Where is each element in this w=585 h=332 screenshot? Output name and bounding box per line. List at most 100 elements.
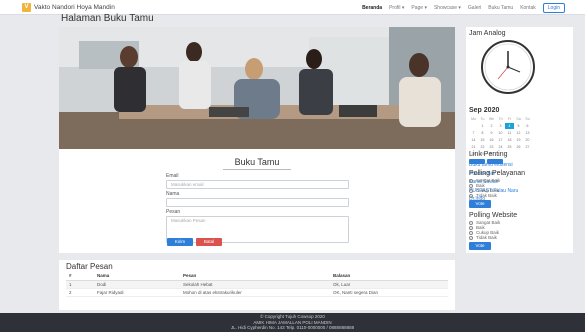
vote-button[interactable]: Vote [469,200,491,208]
table-cell: 1 [66,280,94,289]
poll-title: Polling Website [469,212,518,219]
guestbook-form-title: Buku Tamu [234,157,280,167]
column-header: Balasan [330,272,448,281]
calendar-day[interactable]: 26 [514,144,523,150]
calendar-day[interactable]: 7 [469,130,478,136]
nav-item-galeri[interactable]: Galeri [468,5,481,11]
calendar-day-of-week: Fr [507,117,512,121]
poll-website: Polling Website Sangat Baik Baik Cukup B… [469,212,517,250]
calendar-day[interactable]: 5 [514,123,523,129]
column-header: # [66,272,94,281]
radio-icon[interactable] [469,183,473,188]
analog-clock-icon [481,40,535,94]
calendar-day[interactable]: 19 [514,137,523,143]
page-title: Halaman Buku Tamu [61,13,154,24]
calendar-day[interactable]: 9 [487,130,496,136]
calendar-day[interactable]: 11 [505,130,514,136]
table-cell: 2 [66,288,94,297]
nav-item-beranda[interactable]: Beranda [362,5,382,11]
nav-item-page[interactable]: Page ▾ [411,5,427,11]
radio-icon[interactable] [469,230,473,235]
login-button[interactable]: Login [542,3,565,13]
poll-option[interactable]: Tidak Baik [469,193,525,198]
messages-card: Daftar Pesan # Nama Pesan Balasan 1 Dodi… [59,260,455,310]
name-label: Nama [166,191,180,197]
calendar-day-of-week: We [488,117,495,121]
calendar-day[interactable]: 12 [514,130,523,136]
table-cell: Sekolah Hebat [180,280,330,289]
nav-item-kontak[interactable]: Kontak [520,5,536,11]
nav-item-profil[interactable]: Profil ▾ [389,5,404,11]
clock-title: Jam Analog [469,30,506,37]
calendar-day[interactable]: 18 [505,137,514,143]
nav-item-showcase[interactable]: Showcase ▾ [434,5,461,11]
table-row: 2 Fajar Ridyadi Mohon di atas ekstrakuri… [66,288,448,297]
guestbook-card: Buku Tamu Email Masukkan email Nama Pesa… [59,27,455,253]
submit-button[interactable]: Kirim [167,238,193,246]
email-label: Email [166,173,179,179]
nav-menu: Beranda Profil ▾ Page ▾ Showcase ▾ Galer… [362,3,565,13]
calendar-day[interactable]: 1 [478,123,487,129]
calendar-day[interactable]: 27 [523,144,532,150]
footer-address: JL. Hidi Cypherdin No. 143 Telp. 0110-00… [230,325,355,330]
name-field[interactable] [166,198,349,207]
calendar-day[interactable]: 22 [478,144,487,150]
table-cell: Mohon di atas ekstrakurikuler [180,288,330,297]
poll-pelayanan: Polling Pelayanan Sangat Baik Baik Cukup… [469,170,525,208]
email-field[interactable]: Masukkan email [166,180,349,189]
calendar-day [523,151,532,157]
nav-item-buku-tamu[interactable]: Buku Tamu [488,5,513,11]
radio-icon[interactable] [469,178,473,183]
calendar-day[interactable]: 8 [478,130,487,136]
table-row: 1 Dodi Sekolah Hebat Ok, Luar [66,280,448,289]
header-photo [59,27,455,149]
radio-icon[interactable] [469,225,473,230]
table-cell: Ok, Luar [330,280,448,289]
calendar-day[interactable]: 16 [487,137,496,143]
messages-title: Daftar Pesan [66,262,113,271]
poll-option-label: Tidak Baik [476,235,497,240]
brand[interactable]: V Vakto Nandori Hoya Mandin [22,3,115,12]
calendar-day[interactable]: 2 [487,123,496,129]
messages-table: # Nama Pesan Balasan 1 Dodi Sekolah Heba… [66,272,448,297]
radio-icon[interactable] [469,235,473,240]
radio-icon[interactable] [469,220,473,225]
table-header-row: # Nama Pesan Balasan [66,272,448,281]
message-field[interactable]: Masukkan Pesan [166,216,349,243]
calendar-day-of-week: Mo [471,117,476,121]
calendar-day-of-week: Sa [516,117,521,121]
table-cell: Dodi [94,280,180,289]
poll-title: Polling Pelayanan [469,170,526,177]
calendar-day-of-week: Tu [480,117,485,121]
radio-icon[interactable] [469,193,473,198]
calendar-day[interactable]: 4 [505,123,514,129]
calendar-day[interactable]: 24 [496,144,505,150]
calendar-day[interactable]: 10 [496,130,505,136]
calendar-day[interactable]: 23 [487,144,496,150]
calendar-month: Sep 2020 [469,107,500,114]
calendar-day [469,123,478,129]
calendar-day[interactable]: 13 [523,130,532,136]
calendar-day[interactable]: 20 [523,137,532,143]
brand-title: Vakto Nandori Hoya Mandin [34,4,115,11]
column-header: Pesan [180,272,330,281]
calendar-day[interactable]: 25 [505,144,514,150]
sidebar: Jam Analog Sep 2020 Mo Tu We Th Fr Sa Su 1 2 3 4 5 6… [466,27,573,253]
calendar-day[interactable]: 21 [469,144,478,150]
calendar-day[interactable]: 15 [478,137,487,143]
reset-button[interactable]: Batal [196,238,222,246]
brand-logo-icon: V [22,3,31,12]
radio-icon[interactable] [469,188,473,193]
table-cell: OK, Nanti segera Dian [330,288,448,297]
calendar-day[interactable]: 14 [469,137,478,143]
calendar-day[interactable]: 6 [523,123,532,129]
poll-option[interactable]: Tidak Baik [469,235,517,240]
calendar-day [514,151,523,157]
vote-button[interactable]: Vote [469,242,491,250]
calendar-day[interactable]: 3 [496,123,505,129]
calendar-day[interactable]: 17 [496,137,505,143]
office-team-photo [59,27,455,149]
poll-option-label: Tidak Baik [476,193,497,198]
message-label: Pesan [166,209,181,215]
column-header: Nama [94,272,180,281]
